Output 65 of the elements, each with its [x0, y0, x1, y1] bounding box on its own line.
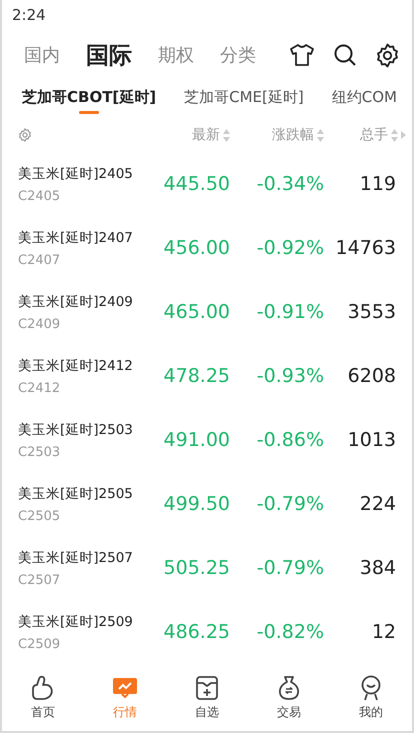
- volume-cell: 119: [360, 173, 396, 195]
- shirt-icon[interactable]: [289, 43, 315, 67]
- volume-cell: 6208: [348, 365, 396, 387]
- price-cell: 456.00: [164, 237, 230, 259]
- contract-code: C2503: [18, 444, 62, 460]
- contract-code: C2507: [18, 572, 62, 588]
- scroll-right-icon: [401, 131, 406, 139]
- volume-cell: 12: [372, 621, 396, 643]
- money-bag-icon: [277, 675, 301, 701]
- volume-cell: 384: [360, 557, 396, 579]
- nav-tab[interactable]: 自选: [177, 675, 237, 731]
- contract-name: 美玉米[延时]2503: [18, 420, 134, 438]
- price-cell: 478.25: [164, 365, 230, 387]
- sort-icon: [391, 128, 398, 142]
- change-cell: -0.79%: [256, 557, 324, 579]
- change-cell: -0.86%: [256, 429, 324, 451]
- contract-name: 美玉米[延时]2407: [18, 228, 134, 246]
- change-cell: -0.82%: [256, 621, 324, 643]
- market-tab[interactable]: 分类: [220, 43, 256, 67]
- exchange-tab[interactable]: 纽约COM: [332, 80, 397, 110]
- contract-name: 美玉米[延时]2405: [18, 164, 134, 182]
- contract-code: C2509: [18, 636, 62, 652]
- nav-tab[interactable]: 交易: [259, 675, 319, 731]
- price-cell: 491.00: [164, 429, 230, 451]
- volume-cell: 224: [360, 493, 396, 515]
- market-tab[interactable]: 期权: [158, 43, 194, 67]
- contract-code: C2505: [18, 508, 62, 524]
- volume-cell: 1013: [348, 429, 396, 451]
- contract-code: C2405: [18, 188, 62, 204]
- price-cell: 505.25: [164, 557, 230, 579]
- contract-code: C2407: [18, 252, 62, 268]
- nav-tab[interactable]: 首页: [13, 675, 73, 731]
- change-cell: -0.92%: [256, 237, 324, 259]
- contract-name: 美玉米[延时]2412: [18, 356, 134, 374]
- exchange-tab[interactable]: 芝加哥CME[延时]: [184, 80, 304, 110]
- contract-name: 美玉米[延时]2507: [18, 548, 134, 566]
- contract-name: 美玉米[延时]2409: [18, 292, 134, 310]
- tab-indicator: [79, 111, 100, 114]
- market-tab[interactable]: 国内: [24, 43, 60, 67]
- contract-name: 美玉米[延时]2505: [18, 484, 134, 502]
- contract-name: 美玉米[延时]2509: [18, 612, 134, 630]
- smiley-icon: [359, 675, 383, 701]
- change-cell: -0.91%: [256, 301, 324, 323]
- exchange-tab[interactable]: 芝加哥CBOT[延时]: [22, 80, 156, 110]
- status-time: 2:24: [12, 6, 46, 24]
- contract-code: C2412: [18, 380, 62, 396]
- add-box-icon: [195, 675, 219, 701]
- sort-icon: [223, 128, 230, 142]
- market-tab[interactable]: 国际: [86, 40, 132, 70]
- change-cell: -0.79%: [256, 493, 324, 515]
- nav-tab[interactable]: 我的: [341, 675, 401, 731]
- sort-icon: [317, 128, 324, 142]
- volume-cell: 14763: [336, 237, 396, 259]
- search-icon[interactable]: [333, 43, 357, 67]
- price-cell: 445.50: [164, 173, 230, 195]
- change-cell: -0.93%: [256, 365, 324, 387]
- price-cell: 486.25: [164, 621, 230, 643]
- volume-cell: 3553: [348, 301, 396, 323]
- price-cell: 499.50: [164, 493, 230, 515]
- contract-code: C2409: [18, 316, 62, 332]
- price-cell: 465.00: [164, 301, 230, 323]
- change-cell: -0.34%: [256, 173, 324, 195]
- thumbs-up-icon: [31, 675, 55, 701]
- settings-icon[interactable]: [375, 42, 400, 68]
- trend-chart-icon: [112, 675, 138, 701]
